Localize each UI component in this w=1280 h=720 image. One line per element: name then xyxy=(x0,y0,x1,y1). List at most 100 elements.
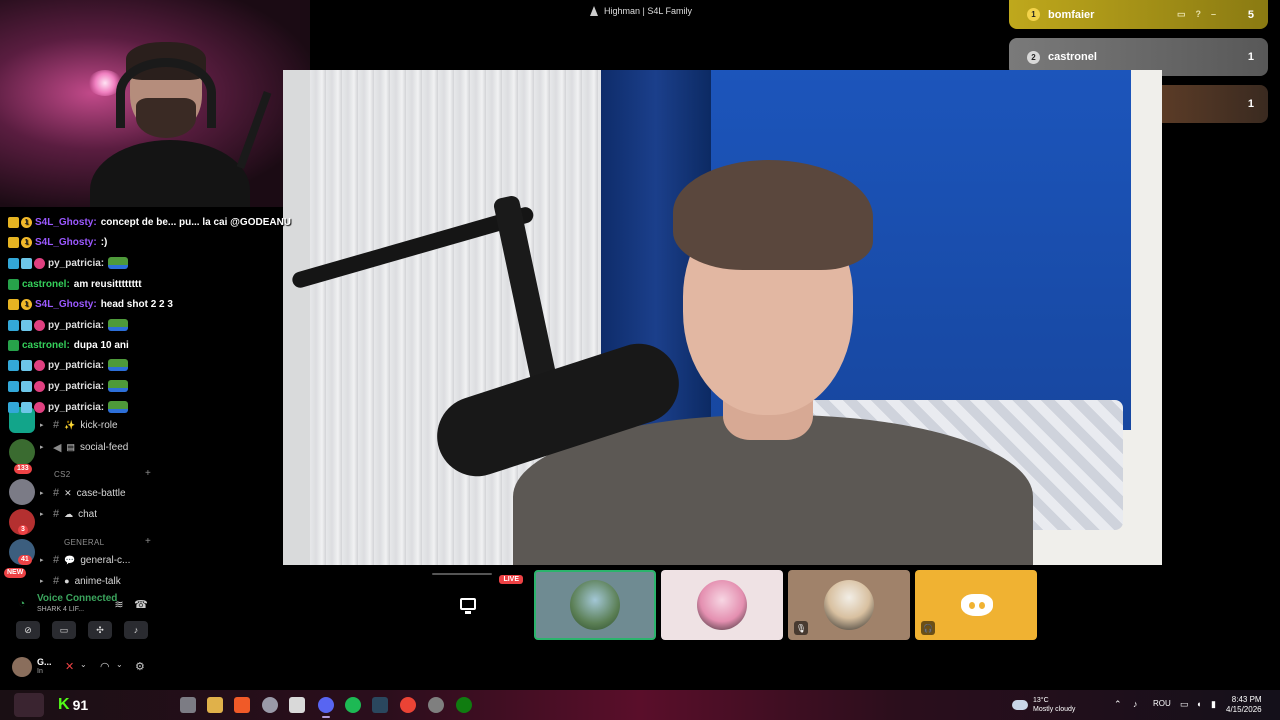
pepe-emote-icon xyxy=(108,257,129,269)
chat-username[interactable]: py_patricia: xyxy=(48,320,104,331)
battery-icon[interactable]: ▮ xyxy=(1211,699,1216,710)
leaderboard-score: 1 xyxy=(1247,98,1254,110)
chevron-down-icon[interactable]: ⌄ xyxy=(116,660,123,669)
participant-tile[interactable] xyxy=(534,570,656,640)
chat-message: py_patricia: xyxy=(8,378,129,394)
app-icon[interactable] xyxy=(262,697,278,713)
xbox-icon[interactable] xyxy=(456,697,472,713)
screen-share-button[interactable]: ▭ xyxy=(52,621,76,639)
file-explorer-icon[interactable] xyxy=(207,697,223,713)
voice-status[interactable]: Voice Connected xyxy=(37,593,117,604)
activities-button[interactable]: ✣ xyxy=(88,621,112,639)
heart-icon xyxy=(34,401,45,413)
camera-off-button[interactable]: ⊘ xyxy=(16,621,40,639)
steam-icon[interactable] xyxy=(372,697,388,713)
signal-icon[interactable]: ◔ xyxy=(14,596,30,612)
chat-username[interactable]: castronel: xyxy=(22,279,70,290)
heart-icon xyxy=(34,380,45,392)
channel-anime-talk[interactable]: ▸ # ● anime-talk xyxy=(40,573,160,589)
notes-app-icon[interactable] xyxy=(289,697,305,713)
microphone-icon[interactable]: ♪ xyxy=(1133,699,1138,709)
clock-time: 8:43 PM xyxy=(1231,695,1262,704)
chat-username[interactable]: S4L_Ghosty: xyxy=(35,299,97,310)
chat-username[interactable]: S4L_Ghosty: xyxy=(35,217,97,228)
channel-social-feed[interactable]: ▸ ◀ ▤ social-feed xyxy=(40,439,160,455)
channel-name: anime-talk xyxy=(74,575,121,587)
obs-icon[interactable] xyxy=(428,697,444,713)
participant-tile[interactable]: 🎧 xyxy=(915,570,1037,640)
leaderboard-name: castronel xyxy=(1048,51,1097,63)
moderator-icon xyxy=(8,339,19,351)
chevron-down-icon[interactable]: ⌄ xyxy=(80,660,87,669)
subscriber-icon xyxy=(8,380,19,392)
discord-icon[interactable] xyxy=(318,697,334,718)
help-icon[interactable]: ? xyxy=(1195,9,1201,20)
leaderboard-score: 1 xyxy=(1247,51,1254,63)
main-video-feed[interactable] xyxy=(283,70,1162,565)
chat-message: py_patricia: xyxy=(8,357,129,373)
chat-message: py_patricia: xyxy=(8,317,129,333)
avatar[interactable] xyxy=(12,657,32,677)
channel-name: social-feed xyxy=(79,441,129,453)
chat-username[interactable]: py_patricia: xyxy=(48,381,104,392)
channel-chat[interactable]: ▸ # ☁ chat xyxy=(40,506,160,522)
voice-panel: ◔ Voice Connected SHARK 4 LIF... ≋ ☎ ⊘ ▭… xyxy=(0,590,160,650)
disconnect-icon[interactable]: ☎ xyxy=(133,596,149,612)
popout-icon[interactable]: ▭ xyxy=(1177,9,1186,20)
streamer-shirt xyxy=(90,140,250,207)
clock[interactable]: 8:43 PM 4/15/2026 xyxy=(1226,695,1262,715)
chat-username[interactable]: py_patricia: xyxy=(48,360,104,371)
participant-tiles: LIVE 🎙 🎧 xyxy=(412,570,1037,640)
channel-general-chat[interactable]: ▸ # 💬 general-c... xyxy=(40,552,160,568)
channel-kick-role[interactable]: ▸ # ✨ kick-role xyxy=(40,417,160,433)
minimize-icon[interactable]: – xyxy=(1211,9,1216,20)
channel-name: kick-role xyxy=(80,419,118,431)
chrome-icon[interactable] xyxy=(400,697,416,713)
screen-share-tile[interactable]: LIVE xyxy=(412,570,529,640)
settings-gear-icon[interactable]: ⚙ xyxy=(135,660,145,673)
category-cs2[interactable]: CS2 xyxy=(54,470,70,479)
subscriber-icon xyxy=(8,359,19,371)
avatar xyxy=(570,580,620,630)
chevron-up-icon[interactable]: ⌃ xyxy=(1114,699,1122,710)
caret-icon: ▸ xyxy=(40,511,44,518)
chat-username[interactable]: py_patricia: xyxy=(48,402,104,413)
mention-badge: 133 xyxy=(14,464,32,474)
monitor-icon xyxy=(460,598,476,610)
new-badge: NEW xyxy=(4,568,27,578)
chat-username[interactable]: castronel: xyxy=(22,340,70,351)
participant-tile[interactable] xyxy=(661,570,783,640)
mic-muted-icon[interactable]: ✕ xyxy=(65,660,74,673)
chat-message: 1 S4L_Ghosty: head shot 2 2 3 xyxy=(8,296,173,312)
server-icon[interactable] xyxy=(9,479,35,505)
add-channel-icon[interactable]: + xyxy=(145,536,151,547)
chat-username[interactable]: py_patricia: xyxy=(48,258,104,269)
category-general[interactable]: GENERAL xyxy=(64,538,104,547)
streamer-webcam xyxy=(0,0,310,207)
task-view-icon[interactable] xyxy=(180,697,196,713)
user-badges: 1 xyxy=(8,236,32,248)
weather-widget[interactable]: 13°C Mostly cloudy xyxy=(1012,696,1075,714)
spotify-icon[interactable] xyxy=(345,697,361,713)
add-channel-icon[interactable]: + xyxy=(145,468,151,479)
network-icon[interactable]: ▭ xyxy=(1180,699,1189,710)
leaderboard-name: bomfaier xyxy=(1048,8,1095,21)
tier-badge-icon: 1 xyxy=(21,298,32,310)
voice-channel[interactable]: SHARK 4 LIF... xyxy=(37,606,84,613)
headphones-icon[interactable]: ◠ xyxy=(100,660,110,673)
volume-icon[interactable]: ◖ xyxy=(1196,699,1201,709)
noise-suppression-icon[interactable]: ≋ xyxy=(111,596,127,612)
channel-emoji: ✕ xyxy=(64,487,72,498)
viewer-count: 91 xyxy=(72,697,89,713)
chat-username[interactable]: S4L_Ghosty: xyxy=(35,237,97,248)
chat-message: castronel: dupa 10 ani xyxy=(8,337,129,353)
channel-case-battle[interactable]: ▸ # ✕ case-battle xyxy=(40,485,160,501)
server-icon[interactable] xyxy=(9,439,35,465)
language-indicator[interactable]: ROU xyxy=(1153,699,1171,708)
muted-icon: 🎙 xyxy=(794,621,808,635)
soundboard-button[interactable]: ♪ xyxy=(124,621,148,639)
window-title: Highman | S4L Family xyxy=(590,4,692,18)
brave-browser-icon[interactable] xyxy=(234,697,250,713)
participant-tile[interactable]: 🎙 xyxy=(788,570,910,640)
user-name[interactable]: G... xyxy=(37,657,52,667)
